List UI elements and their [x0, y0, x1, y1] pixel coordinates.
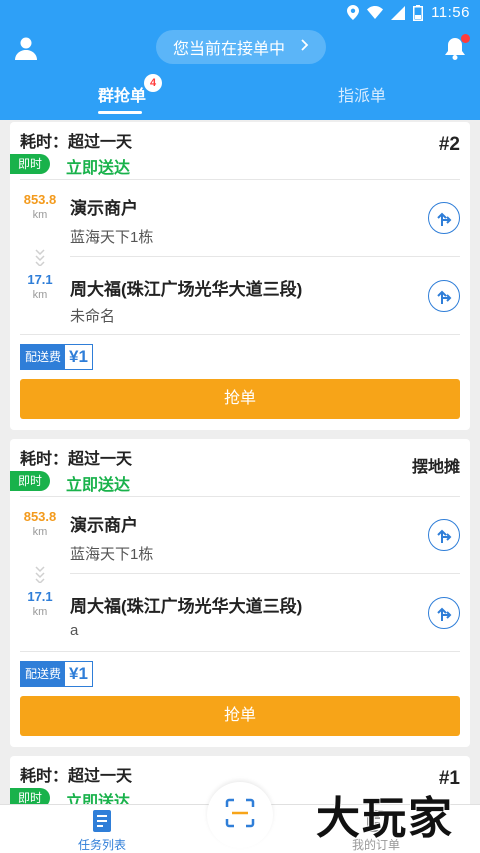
status-bar: 11:56 [0, 0, 480, 26]
tab-group-grab[interactable]: 群抢单 [98, 82, 146, 106]
divider [20, 651, 460, 652]
dropoff-distance: 17.1 km [27, 272, 53, 301]
elapsed-time: 耗时：超过一天 [20, 134, 133, 151]
scan-button[interactable] [207, 782, 273, 848]
divider [20, 179, 460, 180]
delivery-fee: 配送费 ¥1 [20, 344, 93, 370]
nav-task-list[interactable]: 任务列表 [62, 809, 142, 853]
pickup-address: 蓝海天下1栋 [70, 546, 154, 563]
fee-value: ¥1 [69, 347, 88, 366]
dropoff-distance: 17.1 km [27, 589, 53, 618]
profile-icon[interactable] [14, 36, 38, 60]
working-status-text: 您当前在接单中 [172, 41, 285, 58]
chevron-down-icon [34, 565, 46, 588]
delivery-fee: 配送费 ¥1 [20, 661, 93, 687]
grab-order-button[interactable]: 抢单 [20, 696, 460, 736]
delivery-mode: 立即送达 [66, 160, 131, 177]
order-card: 耗时：超过一天 #2 即时 立即送达 853.8 km 演示商户 蓝海天下1栋 … [10, 122, 470, 430]
dropoff-address: a [70, 622, 79, 639]
divider [70, 256, 460, 257]
pickup-distance: 853.8 km [23, 509, 57, 538]
nav-task-list-label: 任务列表 [77, 838, 126, 852]
battery-icon [413, 4, 424, 21]
dropoff-navigate-icon[interactable] [428, 597, 460, 629]
pickup-navigate-icon[interactable] [428, 519, 460, 551]
dropoff-navigate-icon[interactable] [428, 280, 460, 312]
grab-order-button[interactable]: 抢单 [20, 379, 460, 419]
signal-icon [391, 5, 406, 20]
pickup-distance: 853.8 km [23, 192, 57, 221]
order-card: 耗时：超过一天 摆地摊 即时 立即送达 853.8 km 演示商户 蓝海天下1栋… [10, 439, 470, 747]
dropoff-name: 周大福(珠江广场光华大道三段) [70, 280, 303, 299]
fee-label: 配送费 [21, 345, 66, 369]
wifi-icon [367, 6, 384, 19]
notification-dot [461, 34, 470, 43]
elapsed-time: 耗时：超过一天 [20, 451, 133, 468]
order-tag: 摆地摊 [411, 459, 460, 476]
divider [20, 334, 460, 335]
active-tab-indicator [98, 111, 142, 114]
notification-bell-icon[interactable] [444, 34, 470, 60]
dropoff-address: 未命名 [70, 308, 116, 325]
divider [20, 496, 460, 497]
pickup-name: 演示商户 [70, 516, 138, 535]
divider [70, 573, 460, 574]
scan-icon [225, 798, 255, 833]
tab-assigned[interactable]: 指派单 [338, 82, 386, 106]
chevron-down-icon [34, 248, 46, 271]
watermark-logo: 大玩家 [315, 792, 454, 845]
location-icon [347, 5, 360, 20]
order-tag: #2 [438, 134, 460, 155]
pickup-navigate-icon[interactable] [428, 202, 460, 234]
chevron-right-icon [301, 38, 309, 56]
task-list-icon [62, 809, 142, 833]
instant-badge: 即时 [10, 471, 50, 491]
pickup-name: 演示商户 [70, 199, 138, 218]
fee-value: ¥1 [69, 664, 88, 683]
instant-badge: 即时 [10, 154, 50, 174]
clock: 11:56 [431, 4, 470, 21]
fee-label: 配送费 [21, 662, 66, 686]
pickup-address: 蓝海天下1栋 [70, 229, 154, 246]
dropoff-name: 周大福(珠江广场光华大道三段) [70, 597, 303, 616]
working-status-button[interactable]: 您当前在接单中 [156, 30, 326, 64]
delivery-mode: 立即送达 [66, 477, 131, 494]
tab-badge: 4 [144, 74, 162, 92]
app-header: 11:56 您当前在接单中 群抢单 4 指派单 [0, 0, 480, 120]
elapsed-time: 耗时：超过一天 [20, 768, 133, 785]
